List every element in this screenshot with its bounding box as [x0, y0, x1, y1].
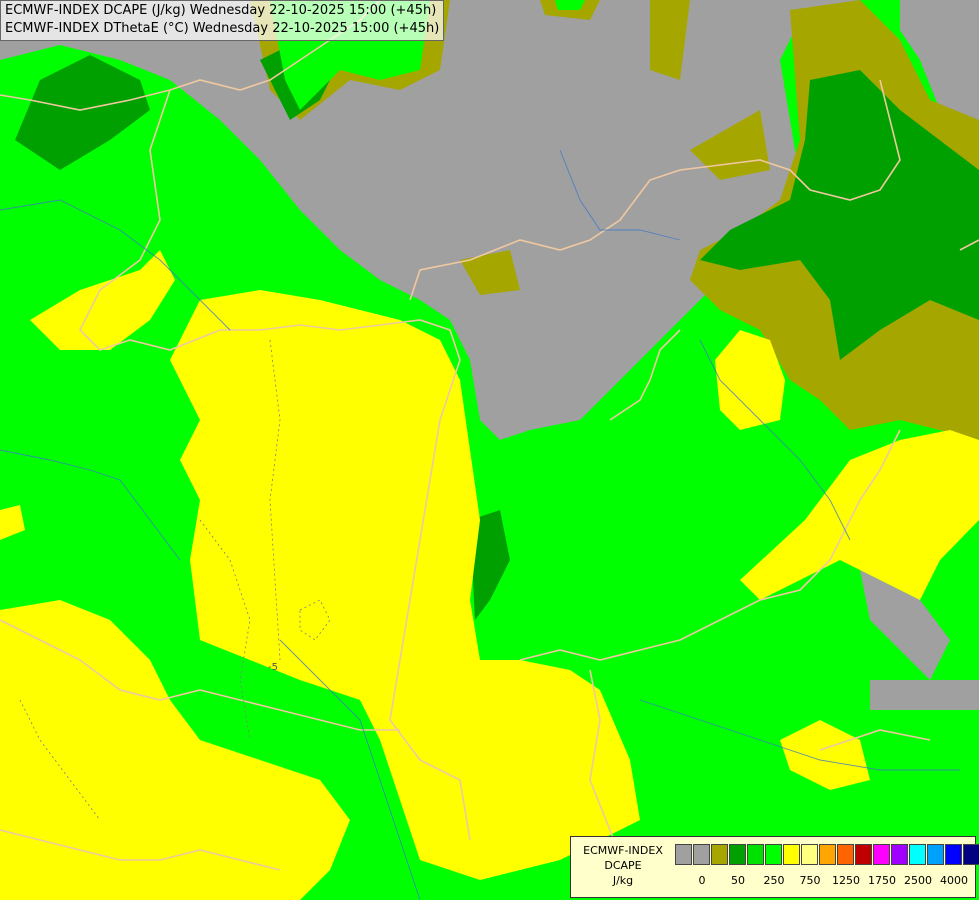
legend-tick-label: 250 — [763, 874, 785, 887]
legend-title: ECMWF-INDEX DCAPE J/kg — [575, 843, 671, 888]
legend-tick-label: 2500 — [904, 874, 932, 887]
legend-swatch — [693, 844, 710, 865]
legend-tick-label: 1250 — [832, 874, 860, 887]
legend-swatch — [837, 844, 854, 865]
region-brightgreen-top-right — [555, 0, 585, 10]
region-grey-right-low — [870, 680, 979, 710]
legend-swatch — [783, 844, 800, 865]
legend-swatch — [963, 844, 979, 865]
legend-tick-label: 0 — [698, 874, 706, 887]
legend-tick-label: 1750 — [868, 874, 896, 887]
legend-title-line3: J/kg — [612, 874, 634, 887]
legend-swatches — [675, 844, 979, 866]
legend-ticks: 0 50 250 750 1250 1750 2500 4000 — [675, 874, 975, 890]
legend-title-line2: DCAPE — [604, 859, 642, 872]
legend-tick-label: 4000 — [940, 874, 968, 887]
header-line-dcape: ECMWF-INDEX DCAPE (J/kg) Wednesday 22-10… — [5, 3, 437, 18]
legend-swatch — [873, 844, 890, 865]
legend-swatch — [855, 844, 872, 865]
header-line-dthetae: ECMWF-INDEX DThetaE (°C) Wednesday 22-10… — [5, 21, 440, 36]
legend-swatch — [747, 844, 764, 865]
legend-swatch — [801, 844, 818, 865]
legend-swatch — [891, 844, 908, 865]
dcape-map: -5 — [0, 0, 979, 900]
legend-swatch — [765, 844, 782, 865]
legend-swatch — [729, 844, 746, 865]
map-header: ECMWF-INDEX DCAPE (J/kg) Wednesday 22-10… — [0, 0, 445, 41]
contour-label: -5 — [268, 662, 278, 673]
legend-tick-label: 750 — [799, 874, 821, 887]
legend: ECMWF-INDEX DCAPE J/kg 0 50 250 750 1250 1750… — [570, 836, 979, 898]
legend-swatch — [927, 844, 944, 865]
legend-swatch — [675, 844, 692, 865]
legend-swatch — [945, 844, 962, 865]
legend-swatch — [819, 844, 836, 865]
legend-tick-label: 50 — [731, 874, 745, 887]
legend-swatch — [711, 844, 728, 865]
legend-title-line1: ECMWF-INDEX — [583, 844, 663, 857]
legend-swatch — [909, 844, 926, 865]
